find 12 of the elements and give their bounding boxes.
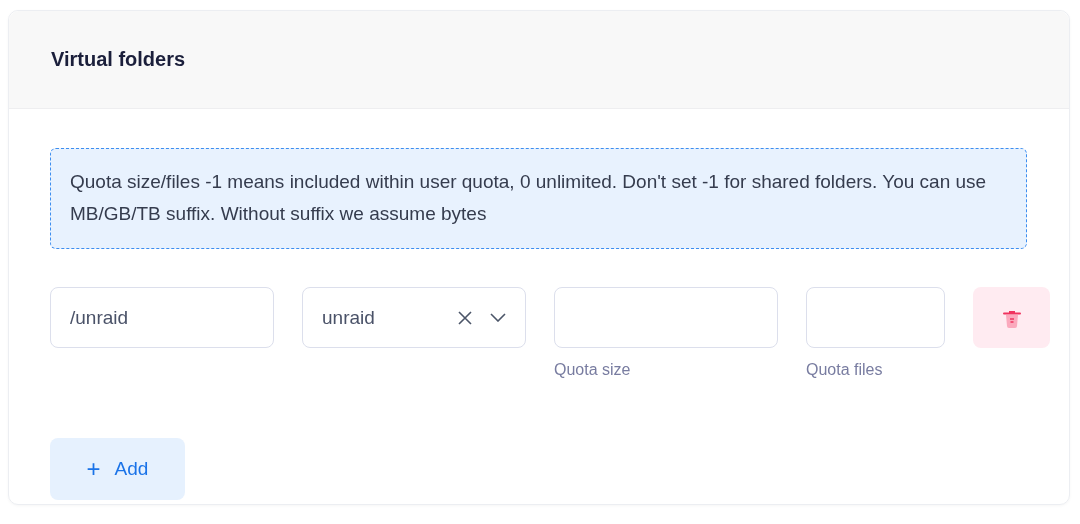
field-hint: Quota size bbox=[554, 361, 632, 379]
quota-size-field[interactable] bbox=[554, 287, 778, 348]
add-button[interactable]: + Add bbox=[50, 438, 185, 500]
card-title: Virtual folders bbox=[51, 48, 186, 71]
quota-files-field[interactable] bbox=[806, 287, 945, 348]
delete-button[interactable] bbox=[973, 287, 1050, 348]
clear-icon[interactable] bbox=[458, 310, 472, 325]
field-hint: Quota files bbox=[806, 361, 884, 379]
chevron-down-icon[interactable] bbox=[490, 313, 506, 322]
path-field[interactable]: /unraid bbox=[50, 287, 274, 348]
folder-select[interactable]: unraid bbox=[302, 287, 526, 348]
info-notice: Quota size/files -1 means included within user quota, 0 unlimited. Don't set -1 for shared folders. You can use MB/GB/TB suffix. Without suffix we assume bytes bbox=[50, 148, 1027, 249]
